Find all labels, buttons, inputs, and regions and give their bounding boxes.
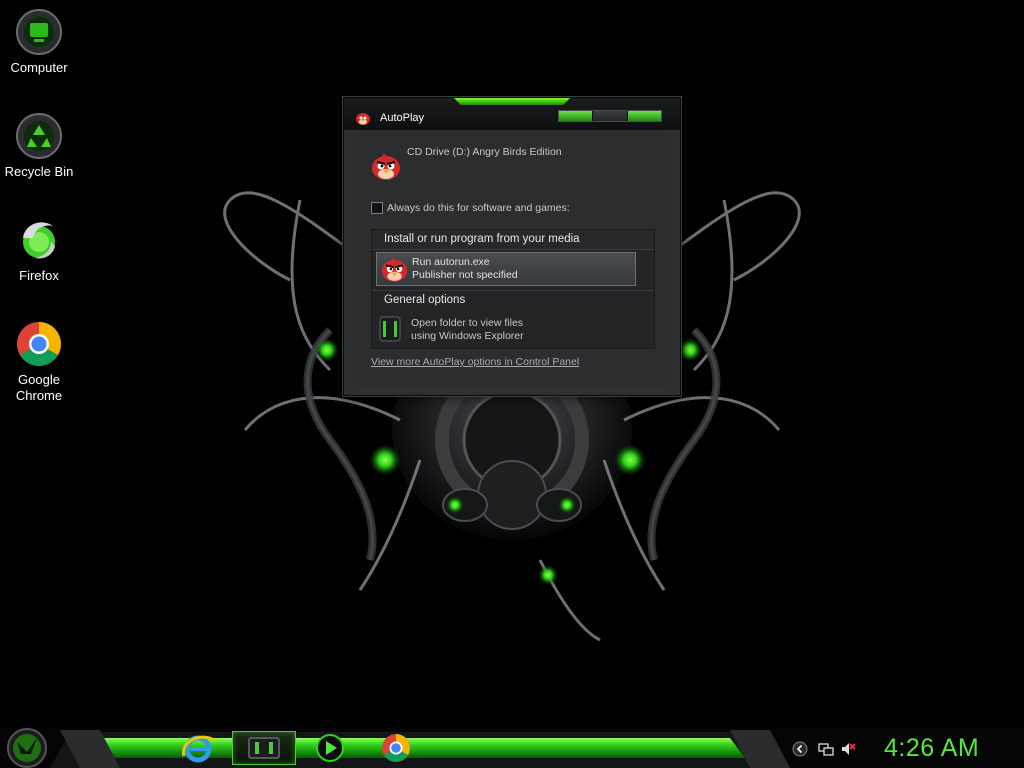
autoplay-dialog: AutoPlay CD Drive (D:) Angry Birds Editi… [343, 97, 681, 396]
angry-bird-icon [372, 153, 400, 180]
desktop-icon-label: Firefox [19, 268, 59, 283]
start-button[interactable] [4, 726, 50, 768]
taskbar [0, 728, 1024, 768]
desktop-icon-label: Computer [10, 60, 68, 75]
angry-bird-icon [356, 113, 370, 125]
desktop-icon-label: Google [18, 372, 60, 387]
title-bar[interactable]: AutoPlay [344, 98, 680, 130]
options-panel: Install or run program from your media R… [371, 229, 655, 349]
chrome-icon[interactable] [378, 732, 414, 764]
folder-icon [379, 316, 401, 342]
run-autorun-option[interactable]: Run autorun.exe Publisher not specified [376, 252, 636, 286]
media-player-icon[interactable] [312, 732, 348, 764]
network-icon[interactable] [818, 741, 834, 757]
window-icon [248, 737, 280, 759]
run-item-title: Run autorun.exe [412, 256, 490, 268]
desktop-icon-label: Recycle Bin [4, 164, 74, 179]
install-header-text: Install or run program from your media [384, 233, 580, 245]
dialog-title: AutoPlay [380, 112, 425, 124]
minimize-button[interactable] [559, 111, 594, 121]
open-folder-option[interactable]: Open folder to view files using Windows … [376, 312, 636, 346]
taskbar-background [0, 728, 1024, 768]
desktop: Computer Recycle Bin Firefox Google Chro… [0, 0, 1024, 768]
maximize-button[interactable] [593, 111, 628, 121]
desktop-icon-firefox[interactable]: Firefox [0, 216, 78, 284]
close-button[interactable] [627, 111, 661, 121]
always-label: Always do this for software and games: [387, 202, 570, 214]
always-do-this-row[interactable]: Always do this for software and games: [371, 202, 570, 214]
internet-explorer-icon[interactable] [180, 732, 216, 764]
desktop-icon-google-chrome[interactable]: Google Chrome [0, 320, 78, 404]
more-autoplay-options-link[interactable]: View more AutoPlay options in Control Pa… [371, 356, 579, 368]
window-controls [558, 110, 662, 122]
title-glow [454, 98, 570, 105]
chevron-icon[interactable] [792, 741, 808, 757]
chrome-icon [17, 322, 61, 366]
dialog-body: CD Drive (D:) Angry Birds Edition Always… [354, 130, 670, 387]
install-section-header: Install or run program from your media [372, 230, 654, 250]
desktop-icon-label: Chrome [15, 388, 63, 403]
desktop-icon-recycle-bin[interactable]: Recycle Bin [0, 112, 78, 180]
clock[interactable]: 4:26 AM [884, 734, 979, 763]
always-checkbox[interactable] [371, 202, 383, 214]
folder-item-line2: using Windows Explorer [411, 330, 524, 342]
general-header-text: General options [384, 294, 466, 306]
computer-icon [16, 9, 62, 55]
folder-item-line1: Open folder to view files [411, 317, 524, 329]
firefox-icon [23, 222, 55, 259]
recycle-bin-icon [16, 113, 62, 159]
volume-muted-icon[interactable] [840, 741, 856, 757]
desktop-icon-computer[interactable]: Computer [0, 8, 78, 76]
drive-label: CD Drive (D:) Angry Birds Edition [407, 146, 562, 158]
angry-bird-icon [381, 257, 408, 282]
general-section-header: General options [372, 290, 654, 308]
run-item-subtitle: Publisher not specified [412, 269, 518, 281]
taskbar-window-button[interactable] [232, 731, 296, 765]
